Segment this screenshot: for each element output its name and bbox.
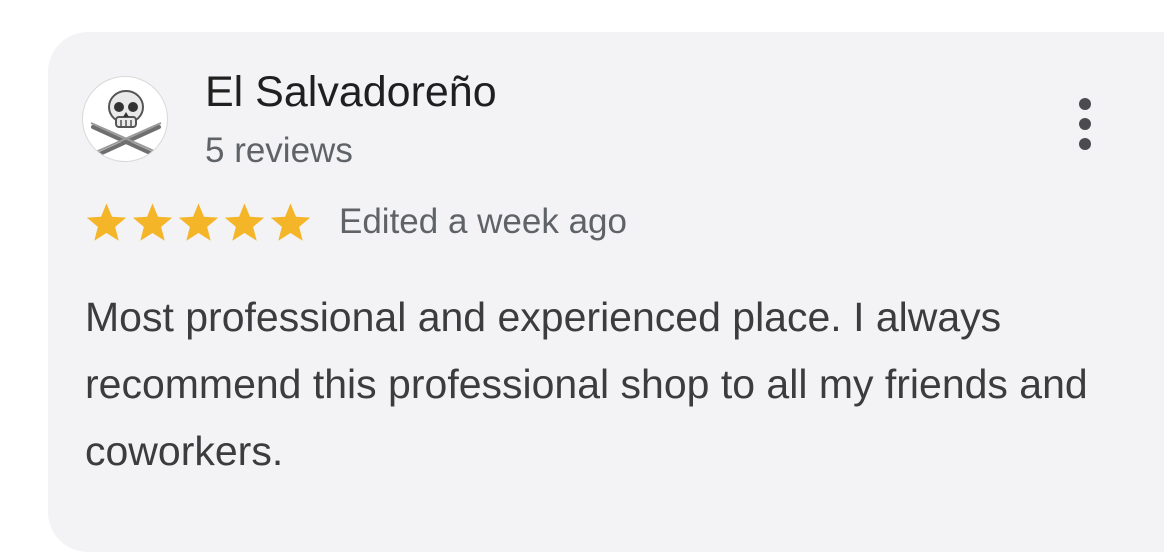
skull-crossed-rifles-avatar-icon bbox=[88, 90, 164, 159]
more-options-button[interactable] bbox=[1066, 92, 1106, 156]
star-icon bbox=[132, 202, 173, 241]
star-icon bbox=[178, 202, 219, 241]
avatar[interactable] bbox=[82, 76, 168, 162]
review-text: Most professional and experienced place.… bbox=[85, 294, 1088, 474]
rating-row: Edited a week ago bbox=[84, 198, 627, 246]
star-rating bbox=[84, 200, 313, 245]
reviewer-review-count[interactable]: 5 reviews bbox=[205, 130, 353, 172]
review-timestamp: Edited a week ago bbox=[339, 202, 627, 241]
reviewer-name[interactable]: El Salvadoreño bbox=[205, 66, 497, 118]
star-icon bbox=[224, 202, 265, 241]
star-icon bbox=[86, 202, 127, 241]
star-icon bbox=[270, 202, 311, 241]
